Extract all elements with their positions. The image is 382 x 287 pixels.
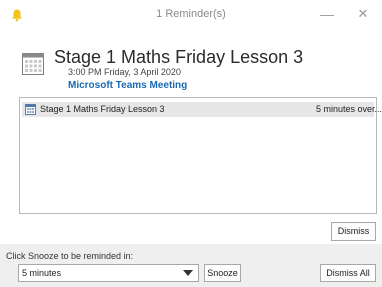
event-title: Stage 1 Maths Friday Lesson 3: [54, 47, 304, 67]
dismiss-button[interactable]: Dismiss: [331, 222, 376, 241]
title-bar: 1 Reminder(s) — ✕: [0, 0, 382, 32]
minimize-icon[interactable]: —: [319, 6, 335, 22]
list-item[interactable]: Stage 1 Maths Friday Lesson 3 5 minutes …: [22, 102, 382, 117]
dropdown-arrow-icon[interactable]: [183, 270, 193, 276]
reminder-list[interactable]: Stage 1 Maths Friday Lesson 3 5 minutes …: [19, 97, 382, 214]
calendar-icon: [22, 53, 44, 75]
event-time: 3:00 PM Friday, 3 April 2020: [68, 67, 181, 77]
teams-meeting-link[interactable]: Microsoft Teams Meeting: [68, 80, 187, 91]
event-header: Stage 1 Maths Friday Lesson 3 3:00 PM Fr…: [0, 32, 382, 94]
snooze-button[interactable]: Snooze: [204, 264, 241, 282]
reminder-subject: Stage 1 Maths Friday Lesson 3: [40, 104, 165, 114]
close-icon[interactable]: ✕: [355, 6, 371, 22]
snooze-panel: Click Snooze to be reminded in: 5 minute…: [0, 244, 382, 287]
reminder-due: 5 minutes over...: [316, 104, 382, 114]
calendar-icon: [25, 104, 36, 115]
snooze-hint: Click Snooze to be reminded in:: [6, 251, 134, 261]
snooze-duration-select[interactable]: 5 minutes: [18, 264, 199, 282]
snooze-duration-value: 5 minutes: [22, 268, 62, 278]
dismiss-all-button[interactable]: Dismiss All: [320, 264, 376, 282]
